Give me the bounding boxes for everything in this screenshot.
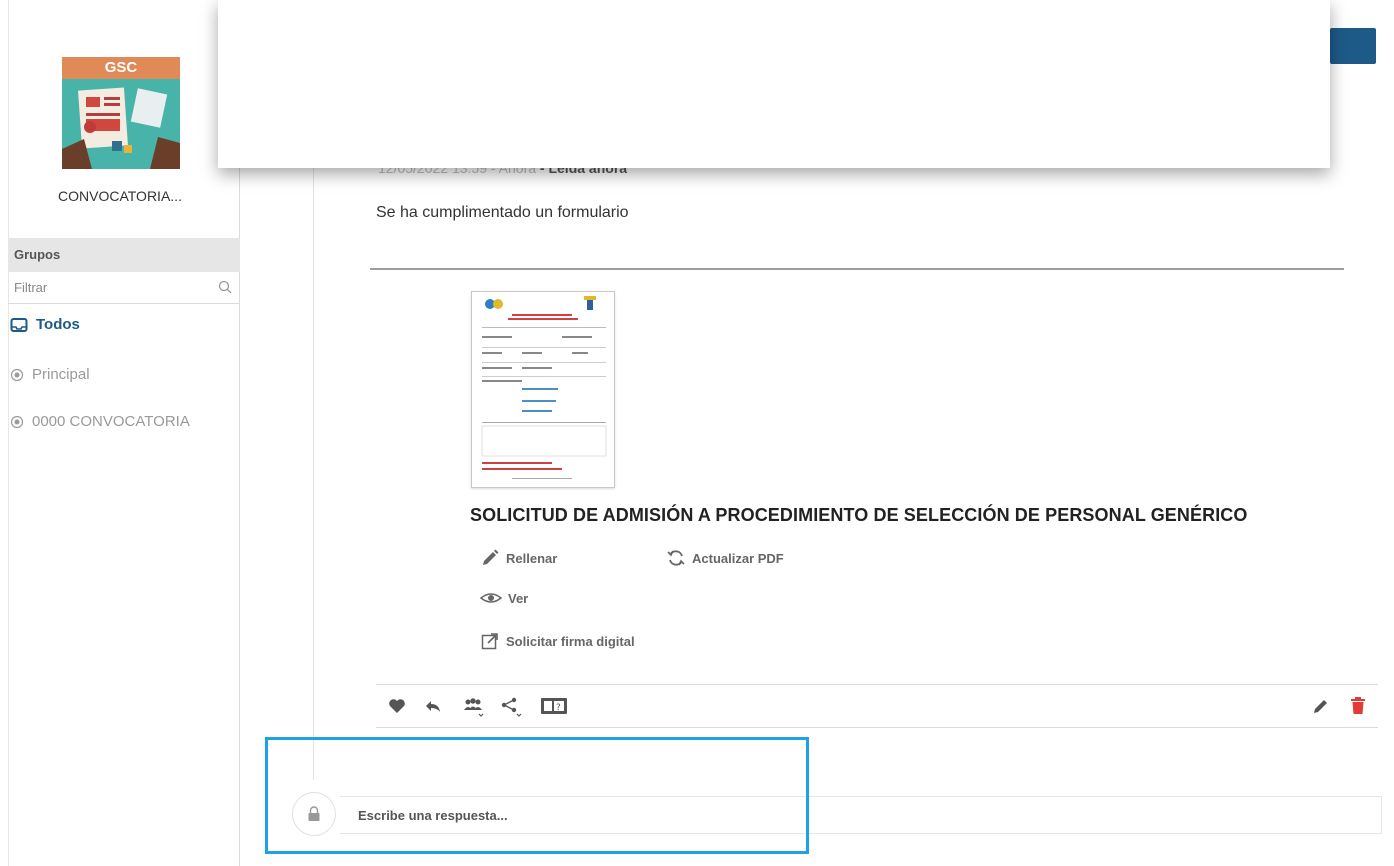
trash-icon[interactable] [1350, 697, 1366, 715]
filter-field[interactable]: Filtrar [8, 272, 240, 304]
divider [370, 268, 1344, 270]
top-action-button[interactable] [1330, 28, 1376, 64]
fill-form-button[interactable]: Rellenar [480, 548, 557, 568]
heart-icon[interactable] [388, 697, 406, 715]
filter-input[interactable]: Filtrar [14, 280, 47, 295]
radio-dot-icon [10, 368, 24, 381]
message-text: Se ha cumplimentado un formulario [376, 204, 629, 221]
radio-dot-icon [10, 415, 24, 428]
request-signature-label: Solicitar firma digital [506, 633, 635, 649]
logo-illustration-icon [62, 87, 180, 169]
group-icon[interactable] [460, 697, 486, 719]
external-share-icon [481, 633, 498, 650]
lock-icon [308, 806, 320, 821]
logo-text: GSC [62, 57, 180, 79]
inbox-icon [10, 317, 28, 332]
svg-text:?: ? [556, 703, 561, 713]
view-label: Ver [508, 590, 529, 606]
convocatoria-name[interactable]: CONVOCATORIA... [0, 188, 240, 204]
groups-heading: Grupos [8, 238, 240, 272]
refresh-pdf-label: Actualizar PDF [692, 550, 784, 566]
convocatoria-logo[interactable]: GSC [62, 57, 180, 169]
sidebar-item-0000-convocatoria[interactable]: 0000 CONVOCATORIA [10, 413, 190, 430]
sidebar-item-label: Principal [32, 366, 90, 383]
document-title: SOLICITUD DE ADMISIÓN A PROCEDIMIENTO DE… [470, 505, 1248, 525]
message-toolbar: ? [376, 684, 1378, 728]
reply-input[interactable]: Escribe una respuesta... [340, 796, 1382, 834]
edit-icon[interactable] [1312, 697, 1330, 715]
share-icon[interactable] [500, 697, 526, 719]
eye-icon [480, 593, 502, 603]
document-preview-icon [481, 296, 607, 479]
document-thumbnail[interactable] [471, 291, 615, 488]
reply-lock-button[interactable] [292, 792, 336, 836]
pencil-icon [483, 549, 499, 565]
view-button[interactable]: Ver [480, 590, 528, 606]
sidebar-item-label: 0000 CONVOCATORIA [32, 413, 190, 430]
request-signature-button[interactable]: Solicitar firma digital [480, 631, 635, 651]
sidebar: GSC CONVOCATORIA... Grupos Filtrar Todos… [0, 0, 240, 866]
thread-line [313, 150, 314, 780]
refresh-pdf-button[interactable]: Actualizar PDF [666, 548, 784, 568]
sidebar-item-label: Todos [36, 316, 80, 333]
popup-overlay [218, 0, 1330, 168]
sidebar-item-principal[interactable]: Principal [10, 366, 90, 383]
id-card-icon[interactable]: ? [540, 696, 568, 716]
fill-form-label: Rellenar [506, 550, 558, 566]
sidebar-item-todos[interactable]: Todos [10, 316, 80, 333]
reply-icon[interactable] [424, 697, 442, 715]
refresh-icon [667, 550, 685, 566]
search-icon[interactable] [218, 280, 232, 294]
